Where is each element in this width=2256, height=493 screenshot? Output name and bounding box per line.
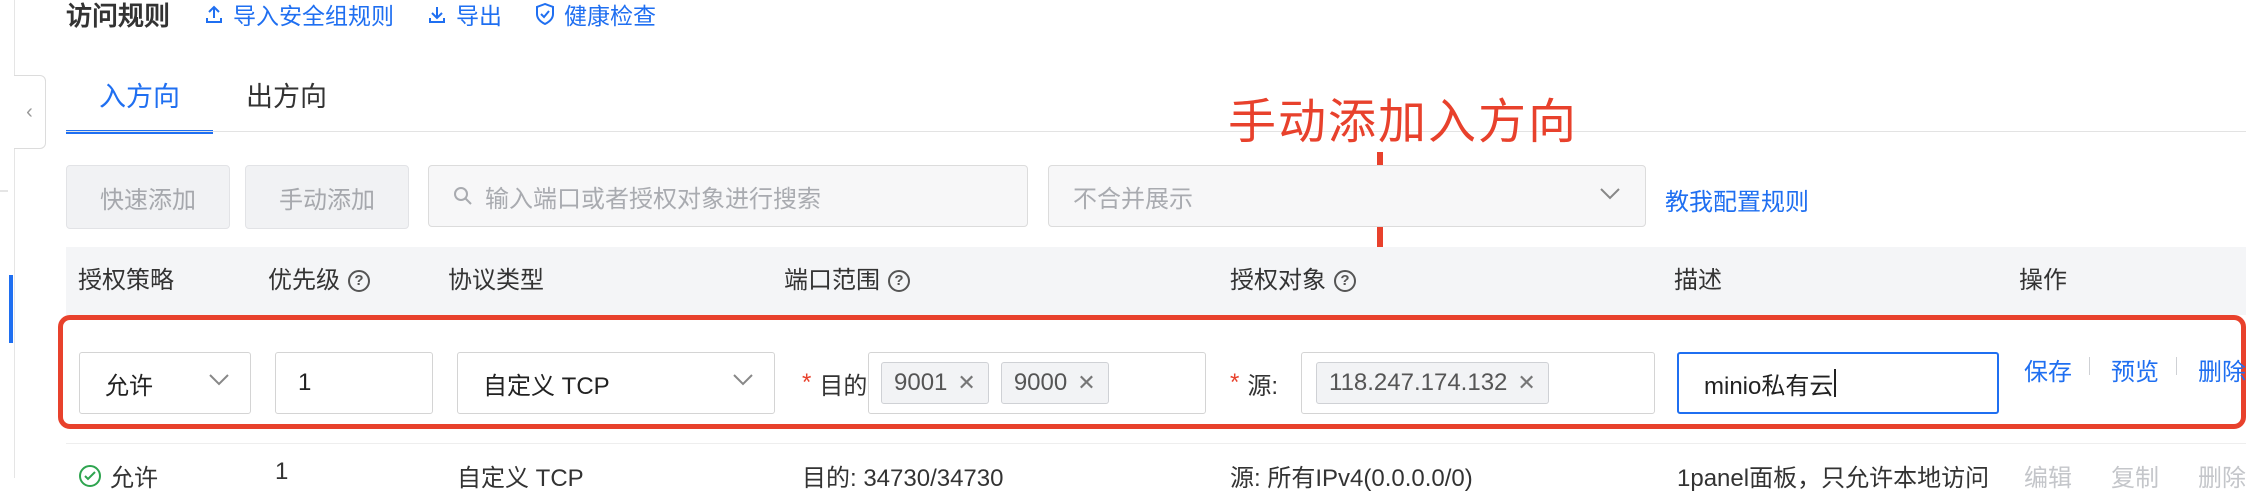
- merge-display-value: 不合并展示: [1073, 185, 1193, 213]
- help-icon[interactable]: ?: [1334, 270, 1356, 292]
- port-tag-value: 9001: [894, 369, 948, 396]
- col-desc: 描述: [1674, 247, 1722, 315]
- col-port-label: 端口范围: [784, 267, 880, 294]
- policy-select[interactable]: 允许: [79, 352, 251, 414]
- existing-rule-source: 源: 所有IPv4(0.0.0.0/0): [1230, 465, 1473, 492]
- priority-input[interactable]: 1: [275, 352, 433, 414]
- export-label: 导出: [456, 3, 503, 29]
- tab-outbound[interactable]: 出方向: [213, 78, 360, 130]
- col-object: 授权对象?: [1230, 247, 1356, 315]
- existing-rule-policy: 允许: [78, 458, 158, 493]
- save-button[interactable]: 保存: [2024, 352, 2072, 387]
- search-icon: [454, 187, 472, 205]
- chevron-down-icon: [209, 374, 229, 386]
- port-label: * 目的: [802, 352, 867, 414]
- manual-add-button[interactable]: 手动添加: [245, 165, 409, 229]
- col-priority-label: 优先级: [268, 267, 340, 294]
- quick-add-button[interactable]: 快速添加: [66, 165, 230, 229]
- col-policy-label: 授权策略: [78, 267, 174, 294]
- col-desc-label: 描述: [1674, 267, 1722, 294]
- help-icon[interactable]: ?: [348, 270, 370, 292]
- direction-tabs: 入方向 出方向: [66, 78, 360, 134]
- source-input[interactable]: 118.247.174.132 ✕: [1301, 352, 1655, 414]
- port-tag: 9001 ✕: [881, 362, 989, 404]
- source-tag: 118.247.174.132 ✕: [1316, 362, 1549, 404]
- required-marker: *: [1230, 369, 1240, 396]
- health-check-link[interactable]: 健康检查: [535, 0, 656, 31]
- existing-rule-port: 目的: 34730/34730: [802, 465, 1004, 492]
- close-icon[interactable]: ✕: [957, 370, 975, 396]
- source-label-text: 源:: [1247, 372, 1279, 400]
- col-actions-label: 操作: [2019, 267, 2067, 294]
- download-icon: [429, 7, 446, 23]
- col-priority: 优先级?: [268, 247, 370, 315]
- col-port: 端口范围?: [784, 247, 910, 315]
- port-tag: 9000 ✕: [1000, 362, 1109, 404]
- protocol-select[interactable]: 自定义 TCP: [457, 352, 775, 414]
- import-rules-label: 导入安全组规则: [233, 3, 395, 29]
- protocol-value: 自定义 TCP: [483, 372, 610, 400]
- description-value: minio私有云: [1704, 372, 1834, 400]
- page-title: 访问规则: [66, 0, 171, 31]
- description-input[interactable]: minio私有云: [1677, 352, 1999, 414]
- table-header: 授权策略 优先级? 协议类型 端口范围? 授权对象? 描述 操作: [66, 247, 2246, 315]
- existing-rule-description: 1panel面板，只允许本地访问: [1677, 465, 1990, 492]
- delete-existing-button[interactable]: 删除: [2198, 458, 2246, 493]
- upload-icon: [206, 5, 223, 23]
- port-range-input[interactable]: 9001 ✕ 9000 ✕: [868, 352, 1206, 414]
- col-protocol-label: 协议类型: [448, 267, 544, 294]
- existing-rule-priority: 1: [275, 458, 289, 485]
- gutter-active-marker: [9, 275, 13, 343]
- page-header: 访问规则 导入安全组规则 导出 健康检查: [66, 0, 689, 31]
- tab-inbound[interactable]: 入方向: [66, 78, 213, 134]
- search-placeholder: 输入端口或者授权对象进行搜索: [485, 185, 821, 213]
- check-circle-icon: [79, 464, 101, 487]
- left-gutter: [0, 0, 15, 478]
- export-link[interactable]: 导出: [427, 0, 502, 31]
- port-tag-value: 9000: [1013, 369, 1068, 396]
- merge-display-select[interactable]: 不合并展示: [1048, 165, 1646, 227]
- gutter-divider: [0, 190, 8, 192]
- sidebar-collapse-button[interactable]: ‹: [14, 75, 46, 149]
- action-divider: [2089, 357, 2090, 375]
- shield-check-icon: [536, 3, 555, 25]
- policy-value: 允许: [105, 372, 153, 400]
- action-divider: [2176, 357, 2177, 375]
- help-icon[interactable]: ?: [888, 270, 910, 292]
- health-check-label: 健康检查: [564, 3, 657, 29]
- tabs-divider: [66, 131, 2246, 132]
- annotation-text: 手动添加入方向: [1228, 96, 1579, 149]
- existing-policy-value: 允许: [110, 465, 158, 492]
- config-help-link[interactable]: 教我配置规则: [1665, 182, 1809, 217]
- row-divider: [66, 443, 2246, 444]
- existing-rule-protocol: 自定义 TCP: [457, 465, 584, 492]
- source-label: * 源:: [1230, 352, 1278, 414]
- chevron-down-icon: [1600, 188, 1620, 200]
- rule-search-input[interactable]: 输入端口或者授权对象进行搜索: [428, 165, 1028, 227]
- chevron-down-icon: [733, 374, 753, 386]
- port-label-text: 目的: [819, 372, 868, 400]
- required-marker: *: [802, 369, 812, 396]
- col-actions: 操作: [2019, 247, 2067, 315]
- col-object-label: 授权对象: [1230, 267, 1326, 294]
- import-rules-link[interactable]: 导入安全组规则: [204, 0, 394, 31]
- edit-button[interactable]: 编辑: [2024, 458, 2072, 493]
- preview-button[interactable]: 预览: [2111, 352, 2159, 387]
- source-tag-value: 118.247.174.132: [1329, 369, 1508, 396]
- col-protocol: 协议类型: [448, 247, 544, 315]
- delete-button[interactable]: 删除: [2198, 352, 2246, 387]
- text-cursor: [1834, 369, 1837, 397]
- chevron-left-icon: ‹: [26, 100, 33, 123]
- close-icon[interactable]: ✕: [1077, 370, 1095, 396]
- copy-button[interactable]: 复制: [2111, 458, 2159, 493]
- col-policy: 授权策略: [78, 247, 174, 315]
- close-icon[interactable]: ✕: [1517, 370, 1535, 396]
- priority-value: 1: [298, 369, 312, 396]
